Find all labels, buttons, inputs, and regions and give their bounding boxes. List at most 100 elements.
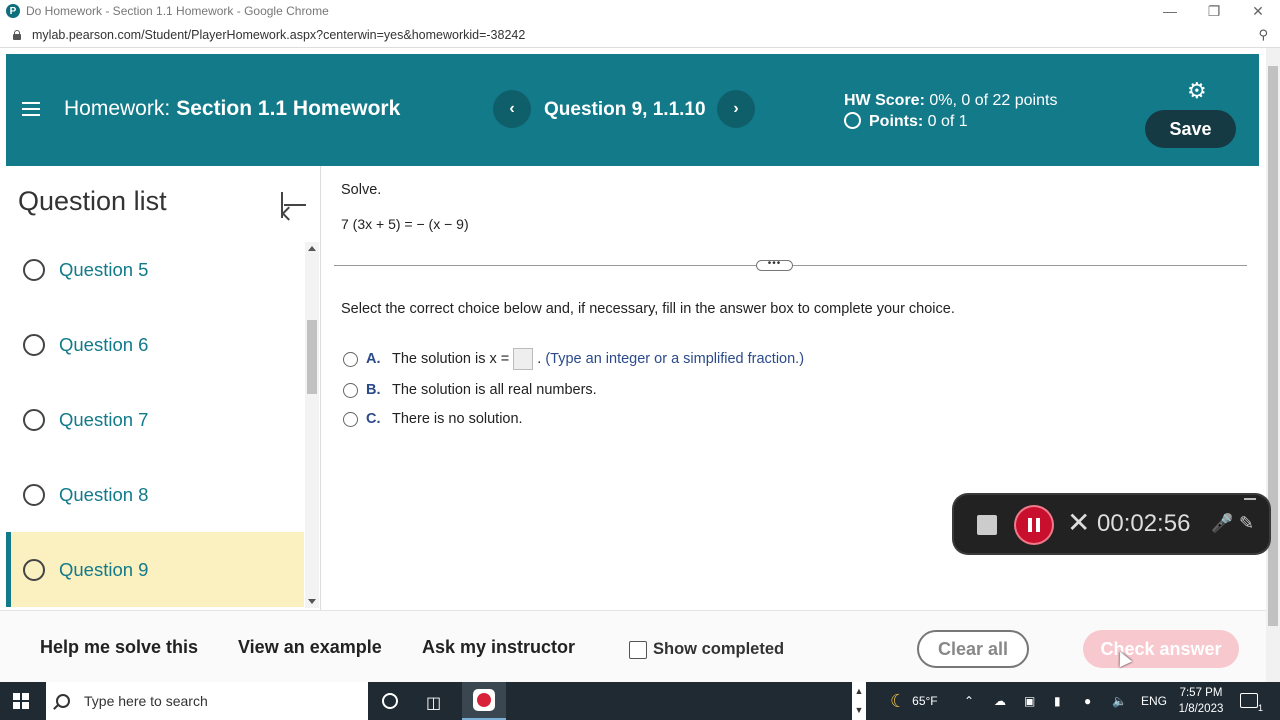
question-equation: 7 (3x + 5) = − (x − 9) (341, 216, 469, 232)
pearson-logo-icon: P (6, 4, 20, 18)
choice-a-text: The solution is x = (392, 351, 510, 367)
homework-page: Homework: Section 1.1 Homework ‹ Question… (0, 48, 1280, 682)
question-status-radio (23, 558, 45, 581)
question-list-item[interactable]: Question 6 (6, 307, 304, 382)
question-status-radio (23, 258, 45, 281)
zoom-icon[interactable]: ⚲ (1258, 27, 1268, 43)
points-circle-icon (844, 112, 861, 129)
taskbar-search-box[interactable]: Type here to search (46, 682, 368, 720)
question-status-radio (23, 333, 45, 356)
windows-taskbar: Type here to search ◫ ▲ ▼ ☾ 65°F ⌃ ☁ ▣ ▮ … (0, 682, 1280, 720)
microphone-tray-icon[interactable]: ● (1084, 682, 1091, 720)
taskbar-scroll-arrows[interactable]: ▲ ▼ (852, 682, 866, 720)
question-list-panel: Question list Question 5 Question 6 Ques… (6, 166, 321, 610)
stop-recording-icon[interactable] (977, 515, 997, 535)
answer-input-box[interactable] (513, 348, 534, 370)
next-question-button[interactable]: › (717, 90, 755, 128)
page-scrollbar-thumb[interactable] (1268, 66, 1278, 626)
taskbar-search-placeholder: Type here to search (84, 693, 208, 709)
choice-b[interactable]: B. The solution is all real numbers. (343, 382, 597, 398)
expand-more-button[interactable]: ••• (756, 259, 793, 271)
question-list-item[interactable]: Question 8 (6, 457, 304, 532)
microphone-icon[interactable]: 🎤 (1211, 513, 1233, 534)
window-title: Do Homework - Section 1.1 Homework - Goo… (26, 4, 329, 18)
question-list-title: Question list (18, 186, 167, 216)
question-item-label: Question 6 (59, 333, 149, 355)
screencast-app-icon[interactable] (462, 682, 506, 720)
restore-button[interactable]: ❐ (1192, 0, 1236, 22)
window-controls: — ❐ ✕ (1148, 0, 1280, 22)
question-list-item-active[interactable]: Question 9 (6, 532, 304, 607)
choice-a-period: . (537, 351, 542, 367)
speaker-icon[interactable]: 🔈 (1112, 682, 1127, 720)
clock-time: 7:57 PM (1179, 687, 1223, 699)
choice-a[interactable]: A. The solution is x = . (Type an intege… (343, 348, 804, 370)
notification-center-icon[interactable]: 1 (1240, 693, 1263, 713)
homework-footer: Help me solve this View an example Ask m… (0, 610, 1280, 682)
cancel-recording-icon[interactable]: ✕ (1067, 507, 1090, 539)
check-answer-button[interactable]: Check answer (1083, 630, 1239, 668)
address-bar[interactable]: mylab.pearson.com/Student/PlayerHomework… (0, 22, 1280, 48)
close-window-button[interactable]: ✕ (1236, 0, 1280, 22)
score-panel: HW Score: 0%, 0 of 22 points Points: 0 o… (844, 90, 1057, 132)
choice-c-radio[interactable] (343, 411, 358, 427)
page-scrollbar[interactable] (1266, 48, 1280, 682)
choice-a-radio[interactable] (343, 351, 358, 367)
cortana-icon[interactable] (382, 693, 398, 709)
ask-instructor-link[interactable]: Ask my instructor (422, 637, 575, 658)
clock-date: 1/8/2023 (1178, 703, 1224, 715)
question-item-label: Question 7 (59, 408, 149, 430)
battery-icon[interactable]: ▮ (1054, 682, 1061, 720)
answer-hint: (Type an integer or a simplified fractio… (545, 351, 805, 367)
points-value: 0 of 1 (927, 113, 968, 130)
taskbar-clock[interactable]: 7:57 PM 1/8/2023 (1172, 685, 1230, 717)
homework-title: Homework: Section 1.1 Homework (64, 97, 400, 121)
question-prompt: Solve. (341, 182, 382, 198)
collapse-panel-icon[interactable] (280, 192, 308, 221)
meet-now-icon[interactable]: ▣ (1024, 682, 1035, 720)
pen-icon[interactable]: ✎ (1239, 513, 1254, 534)
question-list-scrollbar[interactable] (305, 242, 319, 608)
clear-all-button[interactable]: Clear all (917, 630, 1029, 668)
choice-b-radio[interactable] (343, 382, 358, 398)
search-icon (56, 694, 70, 708)
question-title: Question 9, 1.1.10 (544, 99, 706, 120)
score-label: HW Score: (844, 92, 925, 109)
show-completed-label: Show completed (653, 640, 785, 658)
chevron-right-icon: › (733, 100, 739, 117)
view-example-link[interactable]: View an example (238, 637, 382, 658)
onedrive-icon[interactable]: ☁ (994, 682, 1006, 720)
choice-letter: A. (366, 351, 381, 367)
question-list-item[interactable]: Question 7 (6, 382, 304, 457)
gear-icon[interactable]: ⚙ (1187, 78, 1207, 104)
homework-name: Section 1.1 Homework (176, 97, 401, 120)
pause-recording-button[interactable] (1016, 507, 1052, 543)
weather-temp: 65°F (912, 694, 938, 708)
url-text[interactable]: mylab.pearson.com/Student/PlayerHomework… (32, 28, 525, 42)
choice-b-text: The solution is all real numbers. (392, 382, 597, 398)
question-item-label: Question 8 (59, 483, 149, 505)
choice-c-text: There is no solution. (392, 411, 523, 427)
lock-icon (12, 29, 22, 40)
task-view-icon[interactable]: ◫ (426, 693, 441, 713)
previous-question-button[interactable]: ‹ (493, 90, 531, 128)
show-completed-checkbox[interactable]: Show completed (629, 640, 784, 659)
windows-start-icon[interactable] (13, 693, 29, 709)
help-me-solve-link[interactable]: Help me solve this (40, 637, 198, 658)
choice-c[interactable]: C. There is no solution. (343, 411, 523, 427)
tray-chevron-up-icon[interactable]: ⌃ (964, 682, 974, 720)
weather-widget[interactable]: ☾ 65°F (890, 682, 938, 720)
question-list-item[interactable]: Question 5 (6, 232, 304, 307)
scroll-up-arrow-icon[interactable] (308, 246, 316, 251)
minimize-button[interactable]: — (1148, 0, 1192, 22)
moon-icon: ☾ (890, 690, 907, 711)
scroll-down-arrow-icon[interactable] (308, 599, 316, 604)
points-label: Points: (869, 113, 924, 130)
language-indicator[interactable]: ENG (1141, 682, 1167, 720)
minimize-recorder-icon[interactable] (1244, 498, 1256, 500)
checkbox-box[interactable] (629, 640, 647, 659)
save-button[interactable]: Save (1145, 110, 1236, 148)
hamburger-menu-icon[interactable] (22, 102, 40, 116)
choice-letter: B. (366, 382, 381, 398)
scrollbar-thumb[interactable] (307, 320, 317, 394)
